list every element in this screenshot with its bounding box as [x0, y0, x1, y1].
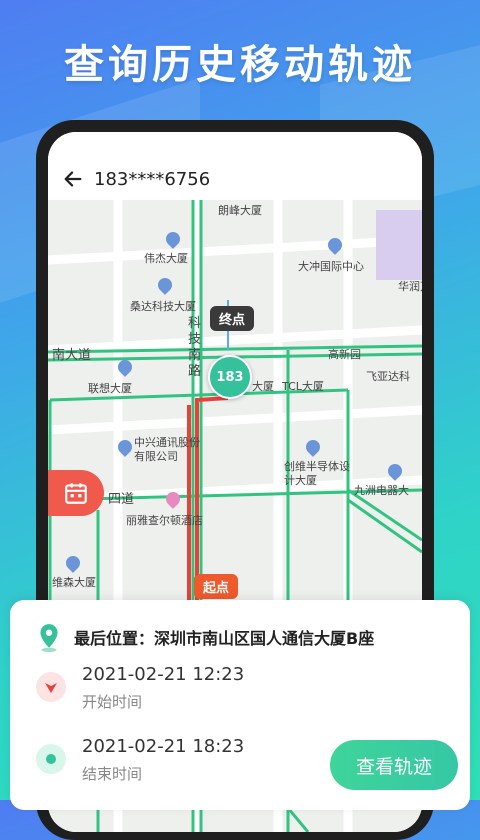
map-label: 创维半导体设计大厦	[284, 460, 350, 487]
last-location-text: 最后位置：深圳市南山区国人通信大厦B座	[74, 629, 375, 648]
start-time-value: 2021-02-21 12:23	[82, 664, 245, 685]
map-label: 联想大厦	[88, 382, 132, 395]
map-label: 桑达科技大厦	[130, 300, 196, 313]
map-label: 九洲电器大	[354, 484, 409, 497]
start-marker[interactable]: 起点	[194, 574, 239, 599]
start-time-icon	[36, 672, 66, 702]
calendar-icon	[65, 483, 87, 504]
map-label: 大冲国际中心	[298, 260, 364, 273]
back-arrow-icon[interactable]	[62, 168, 84, 190]
map-label: 华润万	[398, 280, 422, 293]
map-label: 科技南路	[188, 316, 202, 379]
location-pin-icon	[40, 624, 58, 652]
calendar-button[interactable]	[48, 470, 104, 516]
map-label: TCL大厦	[282, 380, 324, 393]
info-card: 最后位置：深圳市南山区国人通信大厦B座 2021-02-21 12:23 开始时…	[10, 600, 470, 810]
last-location-row: 最后位置：深圳市南山区国人通信大厦B座	[36, 622, 374, 652]
map-label: 伟杰大厦	[144, 252, 188, 265]
map-label: 四道	[108, 492, 135, 507]
end-time-icon	[36, 744, 66, 774]
view-track-button[interactable]: 查看轨迹	[330, 740, 458, 790]
map-label: 南大道	[52, 348, 92, 363]
map-label: 高新园	[328, 348, 361, 361]
map-label: 朗峰大厦	[218, 204, 262, 217]
start-time-row: 2021-02-21 12:23 开始时间	[36, 664, 244, 712]
map-label: 中兴通讯股份有限公司	[134, 436, 200, 463]
end-time-row: 2021-02-21 18:23 结束时间	[36, 736, 244, 784]
top-bar: 183****6756	[48, 132, 422, 200]
end-time-value: 2021-02-21 18:23	[82, 736, 245, 757]
map-label: 丽雅查尔顿酒店	[126, 514, 203, 527]
banner-title: 查询历史移动轨迹	[64, 42, 416, 88]
end-time-caption: 结束时间	[82, 765, 143, 783]
map-label: 维森大厦	[52, 576, 96, 589]
map-label: 飞亚达科	[366, 370, 410, 383]
user-location-marker[interactable]: 183	[208, 355, 252, 399]
map-label: 大厦	[252, 380, 274, 393]
end-marker[interactable]: 终点	[210, 306, 255, 331]
start-time-caption: 开始时间	[82, 693, 143, 711]
phone-number: 183****6756	[94, 169, 211, 190]
